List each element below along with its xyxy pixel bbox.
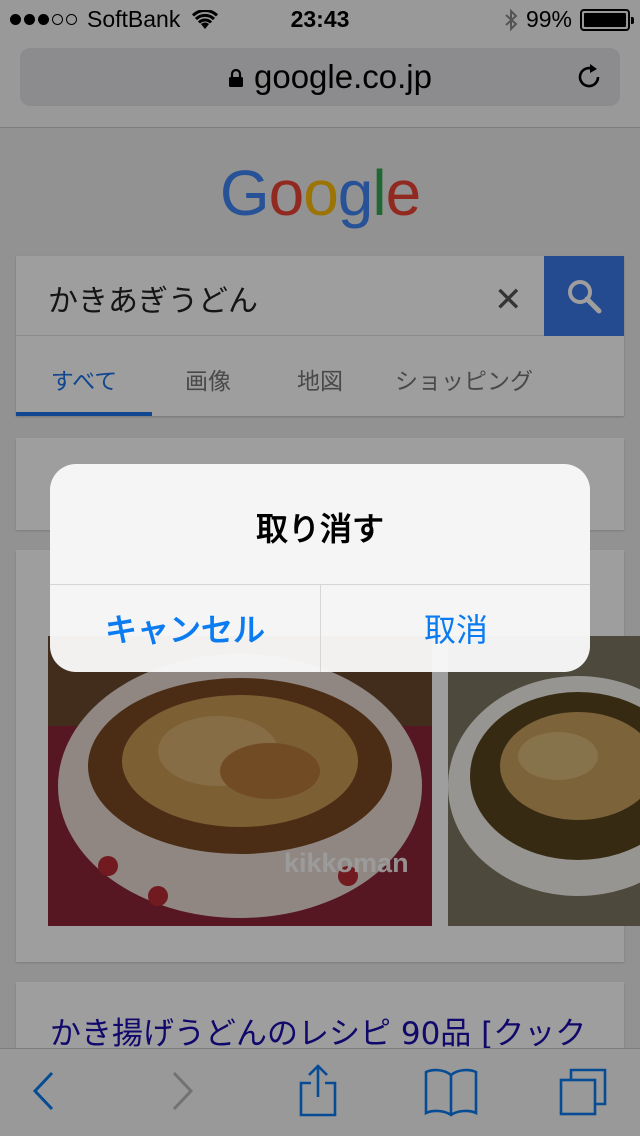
dialog-title: 取り消す <box>255 510 384 548</box>
cancel-button[interactable]: キャンセル <box>50 584 320 672</box>
alert-dialog: 取り消す キャンセル 取消 <box>50 464 590 672</box>
confirm-button[interactable]: 取消 <box>321 584 590 672</box>
